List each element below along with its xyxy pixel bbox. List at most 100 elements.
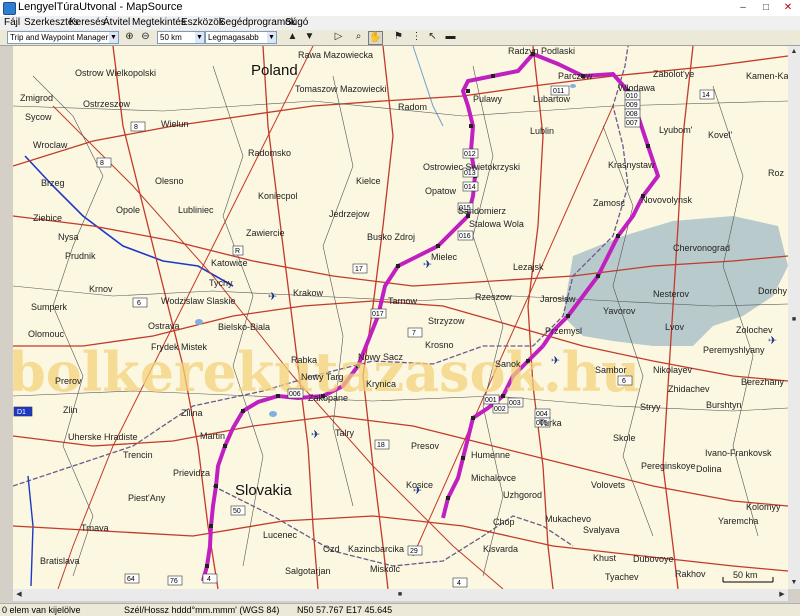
city-label: Uherske Hradiste — [68, 432, 138, 442]
waypoint-flag-tool-icon[interactable]: ⚑ — [392, 31, 405, 43]
city-label: Kielce — [356, 176, 381, 186]
city-label: Wodzislaw Slaskie — [161, 296, 235, 306]
city-label: Jedrzejow — [329, 209, 370, 219]
zoom-level-value: 50 km — [160, 33, 182, 42]
city-label: Uzhgorod — [503, 490, 542, 500]
minimize-button[interactable]: – — [732, 0, 754, 15]
city-label: Ozd — [323, 544, 340, 554]
city-label: Frydek Mistek — [151, 342, 208, 352]
pointer-tool-icon[interactable]: ↖ — [426, 31, 439, 43]
city-label: Talry — [335, 428, 355, 438]
road-shield: D1 — [17, 409, 26, 416]
lake — [570, 84, 576, 88]
zoom-in-icon[interactable]: ⊕ — [123, 31, 136, 43]
city-label: Radzyn Podlaski — [508, 46, 575, 56]
city-label: Lyubom' — [659, 125, 693, 135]
scroll-thumb[interactable]: ■ — [788, 314, 800, 326]
window-title: LengyelTúraUtvonal - MapSource — [18, 1, 183, 13]
city-label: Stryy — [640, 402, 661, 412]
city-label: Dolina — [696, 464, 722, 474]
coordinate-format: Szél/Hossz hddd°mm.mmm' (WGS 84) — [124, 605, 280, 615]
city-label: Piest'Any — [128, 493, 166, 503]
city-label: Lublin — [530, 126, 554, 136]
city-label: Skole — [613, 433, 636, 443]
city-label: Nowy Sacz — [358, 352, 404, 362]
menu-bar: Fájl Szerkesztés Keresés Átvitel Megteki… — [0, 16, 800, 30]
pan-hand-tool-icon[interactable]: ✋ — [368, 31, 383, 45]
city-label: Olesno — [155, 176, 184, 186]
waypoint-label: 004 — [536, 411, 548, 418]
city-label: Krosno — [425, 340, 454, 350]
menu-file[interactable]: Fájl — [4, 16, 20, 30]
scroll-right-icon[interactable]: ▶ — [776, 589, 788, 601]
city-label: Nikolayev — [653, 365, 693, 375]
road-shield: 8 — [134, 124, 138, 131]
scroll-thumb[interactable]: ■ — [394, 589, 406, 601]
waypoint-label: 003 — [509, 400, 521, 407]
product-select[interactable]: Trip and Waypoint Manager v5 ▼ — [7, 31, 119, 44]
city-label: Nysa — [58, 232, 79, 242]
city-label: Khust — [593, 553, 617, 563]
waypoint-label: 006 — [289, 391, 301, 398]
maximize-button[interactable]: □ — [755, 0, 777, 15]
city-label: Ostrzeszow — [83, 99, 131, 109]
lake — [195, 319, 203, 325]
city-label: Salgotarjan — [285, 566, 331, 576]
route-tool-icon[interactable]: ⋮ — [410, 31, 423, 43]
city-label: Opole — [116, 205, 140, 215]
road-shield: 76 — [170, 578, 178, 585]
receive-from-device-icon[interactable]: ▲ — [286, 31, 299, 43]
chevron-down-icon: ▼ — [195, 32, 204, 43]
road-shield: 4 — [457, 580, 461, 587]
zoom-level-select[interactable]: 50 km ▼ — [157, 31, 205, 44]
select-tool-icon[interactable]: ▷ — [332, 31, 345, 43]
city-label: Przemysl — [545, 326, 582, 336]
zoom-out-icon[interactable]: ⊖ — [139, 31, 152, 43]
city-label: Novovolynsk — [641, 195, 693, 205]
toolbar: Trip and Waypoint Manager v5 ▼ ⊕ ⊖ 50 km… — [0, 30, 800, 46]
close-button[interactable]: ✕ — [777, 0, 799, 15]
scroll-left-icon[interactable]: ◀ — [13, 589, 25, 601]
send-to-device-icon[interactable]: ▼ — [303, 31, 316, 43]
city-label: Dubovoye — [633, 554, 674, 564]
city-label: Zakopane — [308, 393, 348, 403]
scroll-up-icon[interactable]: ▲ — [788, 46, 800, 58]
airport-icon: ✈ — [268, 290, 277, 303]
city-label: Burshtyn — [706, 400, 742, 410]
menu-search[interactable]: Keresés — [69, 16, 106, 30]
road-shield: 4 — [207, 576, 211, 583]
zoom-tool-icon[interactable]: ⌕ — [352, 31, 365, 43]
map-canvas[interactable]: bolkerekutazasok.hu 011 010 009 008 007 … — [13, 46, 788, 589]
city-label: Zawiercie — [246, 228, 285, 238]
airport-icon: ✈ — [768, 334, 777, 347]
city-label: Tychy — [209, 278, 233, 288]
road-shield: 7 — [412, 330, 416, 337]
waypoint-label: 017 — [372, 311, 384, 318]
city-label: Peremyshlyany — [703, 345, 765, 355]
city-label: Roz — [768, 168, 785, 178]
city-label: Lubartow — [533, 94, 571, 104]
city-label: Zhidachev — [668, 384, 710, 394]
city-label: Kovel' — [708, 130, 733, 140]
country-label: Slovakia — [235, 482, 292, 499]
map-graphics: bolkerekutazasok.hu 011 010 009 008 007 … — [13, 46, 788, 589]
horizontal-scrollbar[interactable]: ◀ ■ ▶ — [13, 589, 788, 601]
selection-status: 0 elem van kijelölve — [2, 605, 81, 615]
city-label: Sumperk — [31, 302, 68, 312]
status-bar: 0 elem van kijelölve Szél/Hossz hddd°mm.… — [0, 603, 800, 616]
scroll-down-icon[interactable]: ▼ — [788, 577, 800, 589]
city-label: Rzeszow — [475, 292, 512, 302]
detail-level-select[interactable]: Legmagasabb ▼ — [205, 31, 277, 44]
menu-tools[interactable]: Eszközök — [181, 16, 224, 30]
city-label: Katowice — [211, 258, 248, 268]
menu-transfer[interactable]: Átvitel — [103, 16, 130, 30]
distance-ruler-tool-icon[interactable]: ▬ — [444, 31, 457, 43]
city-label: Krasnystaw — [608, 160, 655, 170]
menu-view[interactable]: Megtekintés — [132, 16, 186, 30]
menu-help[interactable]: Súgó — [285, 16, 308, 30]
waypoint-label: 001 — [485, 397, 497, 404]
vertical-scrollbar[interactable]: ▲ ■ ▼ — [788, 46, 800, 589]
city-label: Nowy Targ — [301, 372, 343, 382]
city-label: Stalowa Wola — [469, 219, 524, 229]
product-select-value: Trip and Waypoint Manager v5 — [10, 33, 119, 42]
